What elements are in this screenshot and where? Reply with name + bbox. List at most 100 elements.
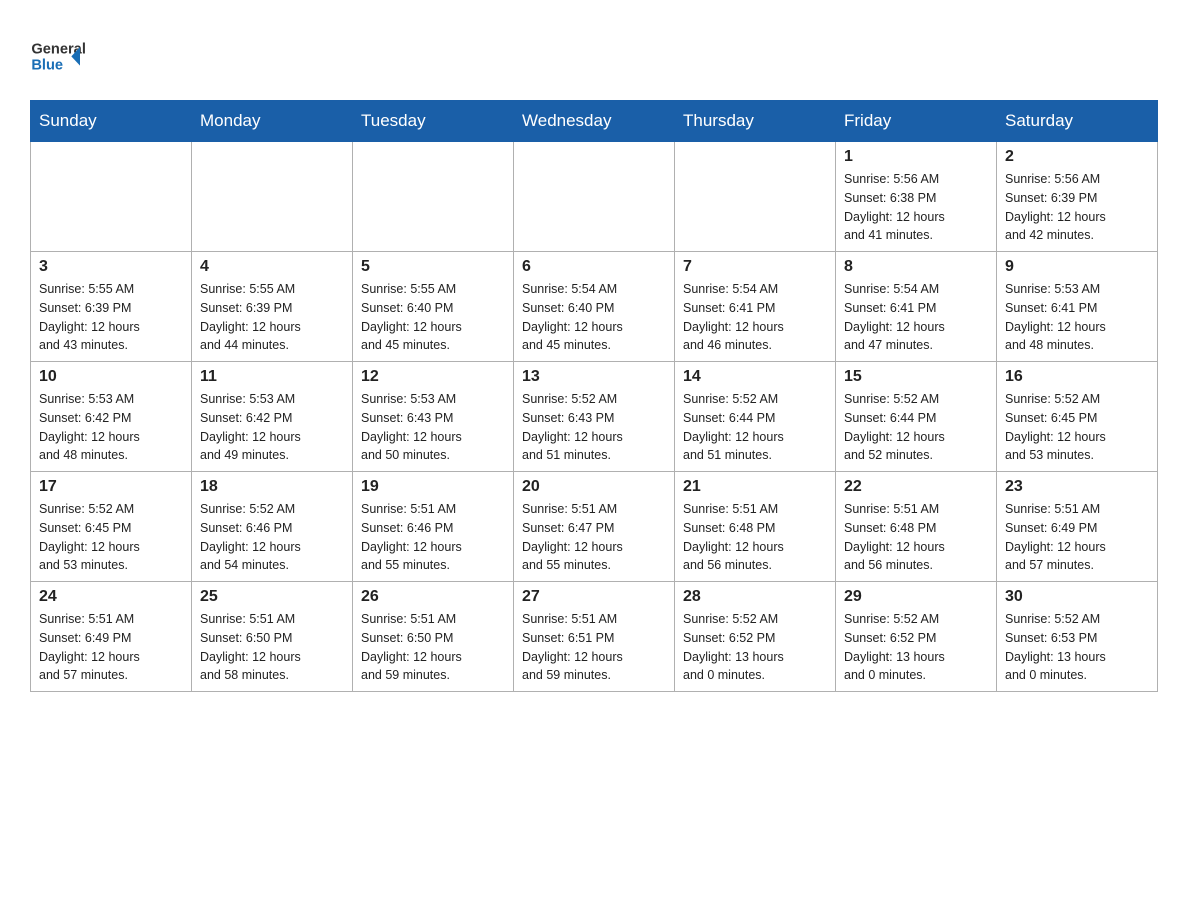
- day-header-sunday: Sunday: [31, 101, 192, 142]
- calendar-cell: 6Sunrise: 5:54 AM Sunset: 6:40 PM Daylig…: [514, 252, 675, 362]
- calendar-cell: 13 Sunrise: 5:52 AM Sunset: 6:43 PM Dayli…: [514, 362, 675, 472]
- calendar-table: SundayMondayTuesdayWednesdayThursdayFrid…: [30, 100, 1158, 692]
- day-number: 22: [844, 478, 988, 496]
- day-number: 17: [39, 478, 183, 496]
- day-number: 14: [683, 368, 827, 386]
- calendar-cell: 9Sunrise: 5:53 AM Sunset: 6:41 PM Daylig…: [997, 252, 1158, 362]
- day-header-monday: Monday: [192, 101, 353, 142]
- calendar-cell: 16 Sunrise: 5:52 AM Sunset: 6:45 PM Dayli…: [997, 362, 1158, 472]
- day-number: 13: [522, 368, 666, 386]
- day-number: 20: [522, 478, 666, 496]
- logo: General Blue: [30, 30, 90, 80]
- day-number: 8: [844, 258, 988, 276]
- calendar-cell: 2 Sunrise: 5:56 AM Sunset: 6:39 PM Daylig…: [997, 142, 1158, 252]
- calendar-cell: 21 Sunrise: 5:51 AM Sunset: 6:48 PM Dayli…: [675, 472, 836, 582]
- day-number: 26: [361, 588, 505, 606]
- day-info: Sunrise: 5:53 AM Sunset: 6:43 PM Dayligh…: [361, 390, 505, 465]
- day-info: Sunrise: 5:51 AM Sunset: 6:50 PM Dayligh…: [361, 610, 505, 685]
- calendar-week-2: 3Sunrise: 5:55 AM Sunset: 6:39 PM Daylig…: [31, 252, 1158, 362]
- day-header-tuesday: Tuesday: [353, 101, 514, 142]
- calendar-cell: 4 Sunrise: 5:55 AM Sunset: 6:39 PM Daylig…: [192, 252, 353, 362]
- day-header-wednesday: Wednesday: [514, 101, 675, 142]
- day-info: Sunrise: 5:52 AM Sunset: 6:52 PM Dayligh…: [683, 610, 827, 685]
- calendar-cell: 20Sunrise: 5:51 AM Sunset: 6:47 PM Dayli…: [514, 472, 675, 582]
- calendar-cell: 26 Sunrise: 5:51 AM Sunset: 6:50 PM Dayli…: [353, 582, 514, 692]
- day-info: Sunrise: 5:56 AM Sunset: 6:39 PM Dayligh…: [1005, 170, 1149, 245]
- day-info: Sunrise: 5:54 AM Sunset: 6:41 PM Dayligh…: [683, 280, 827, 355]
- calendar-cell: [514, 142, 675, 252]
- calendar-cell: 29Sunrise: 5:52 AM Sunset: 6:52 PM Dayli…: [836, 582, 997, 692]
- calendar-cell: 22 Sunrise: 5:51 AM Sunset: 6:48 PM Dayli…: [836, 472, 997, 582]
- day-info: Sunrise: 5:53 AM Sunset: 6:42 PM Dayligh…: [200, 390, 344, 465]
- calendar-cell: 14Sunrise: 5:52 AM Sunset: 6:44 PM Dayli…: [675, 362, 836, 472]
- day-number: 15: [844, 368, 988, 386]
- day-number: 7: [683, 258, 827, 276]
- day-number: 2: [1005, 148, 1149, 166]
- day-info: Sunrise: 5:52 AM Sunset: 6:44 PM Dayligh…: [844, 390, 988, 465]
- calendar-cell: 3Sunrise: 5:55 AM Sunset: 6:39 PM Daylig…: [31, 252, 192, 362]
- calendar-cell: 8Sunrise: 5:54 AM Sunset: 6:41 PM Daylig…: [836, 252, 997, 362]
- calendar-cell: 15 Sunrise: 5:52 AM Sunset: 6:44 PM Dayli…: [836, 362, 997, 472]
- page-header: General Blue: [30, 30, 1158, 80]
- day-info: Sunrise: 5:51 AM Sunset: 6:49 PM Dayligh…: [1005, 500, 1149, 575]
- day-info: Sunrise: 5:55 AM Sunset: 6:39 PM Dayligh…: [39, 280, 183, 355]
- day-info: Sunrise: 5:51 AM Sunset: 6:46 PM Dayligh…: [361, 500, 505, 575]
- day-header-saturday: Saturday: [997, 101, 1158, 142]
- day-info: Sunrise: 5:51 AM Sunset: 6:51 PM Dayligh…: [522, 610, 666, 685]
- day-number: 16: [1005, 368, 1149, 386]
- calendar-cell: [192, 142, 353, 252]
- calendar-cell: 1 Sunrise: 5:56 AM Sunset: 6:38 PM Daylig…: [836, 142, 997, 252]
- day-info: Sunrise: 5:51 AM Sunset: 6:48 PM Dayligh…: [683, 500, 827, 575]
- day-number: 1: [844, 148, 988, 166]
- calendar-cell: 12 Sunrise: 5:53 AM Sunset: 6:43 PM Dayli…: [353, 362, 514, 472]
- day-number: 10: [39, 368, 183, 386]
- calendar-cell: [353, 142, 514, 252]
- day-number: 4: [200, 258, 344, 276]
- calendar-cell: 27Sunrise: 5:51 AM Sunset: 6:51 PM Dayli…: [514, 582, 675, 692]
- day-number: 24: [39, 588, 183, 606]
- calendar-cell: 7 Sunrise: 5:54 AM Sunset: 6:41 PM Daylig…: [675, 252, 836, 362]
- calendar-cell: [31, 142, 192, 252]
- calendar-cell: 18Sunrise: 5:52 AM Sunset: 6:46 PM Dayli…: [192, 472, 353, 582]
- calendar-cell: 17 Sunrise: 5:52 AM Sunset: 6:45 PM Dayli…: [31, 472, 192, 582]
- day-number: 21: [683, 478, 827, 496]
- day-number: 12: [361, 368, 505, 386]
- day-info: Sunrise: 5:54 AM Sunset: 6:40 PM Dayligh…: [522, 280, 666, 355]
- calendar-cell: 11 Sunrise: 5:53 AM Sunset: 6:42 PM Dayli…: [192, 362, 353, 472]
- calendar-cell: 25 Sunrise: 5:51 AM Sunset: 6:50 PM Dayli…: [192, 582, 353, 692]
- calendar-cell: 30 Sunrise: 5:52 AM Sunset: 6:53 PM Dayli…: [997, 582, 1158, 692]
- day-header-thursday: Thursday: [675, 101, 836, 142]
- svg-text:Blue: Blue: [31, 58, 63, 74]
- calendar-cell: 23 Sunrise: 5:51 AM Sunset: 6:49 PM Dayli…: [997, 472, 1158, 582]
- day-number: 25: [200, 588, 344, 606]
- day-info: Sunrise: 5:51 AM Sunset: 6:49 PM Dayligh…: [39, 610, 183, 685]
- day-info: Sunrise: 5:53 AM Sunset: 6:42 PM Dayligh…: [39, 390, 183, 465]
- day-info: Sunrise: 5:56 AM Sunset: 6:38 PM Dayligh…: [844, 170, 988, 245]
- calendar-cell: 19Sunrise: 5:51 AM Sunset: 6:46 PM Dayli…: [353, 472, 514, 582]
- day-info: Sunrise: 5:52 AM Sunset: 6:52 PM Dayligh…: [844, 610, 988, 685]
- calendar-cell: 24 Sunrise: 5:51 AM Sunset: 6:49 PM Dayli…: [31, 582, 192, 692]
- calendar-cell: 10 Sunrise: 5:53 AM Sunset: 6:42 PM Dayli…: [31, 362, 192, 472]
- calendar-header-row: SundayMondayTuesdayWednesdayThursdayFrid…: [31, 101, 1158, 142]
- day-info: Sunrise: 5:51 AM Sunset: 6:48 PM Dayligh…: [844, 500, 988, 575]
- day-number: 11: [200, 368, 344, 386]
- day-info: Sunrise: 5:52 AM Sunset: 6:45 PM Dayligh…: [1005, 390, 1149, 465]
- day-info: Sunrise: 5:52 AM Sunset: 6:53 PM Dayligh…: [1005, 610, 1149, 685]
- day-number: 5: [361, 258, 505, 276]
- day-header-friday: Friday: [836, 101, 997, 142]
- day-info: Sunrise: 5:52 AM Sunset: 6:43 PM Dayligh…: [522, 390, 666, 465]
- calendar-cell: 28Sunrise: 5:52 AM Sunset: 6:52 PM Dayli…: [675, 582, 836, 692]
- day-number: 30: [1005, 588, 1149, 606]
- day-info: Sunrise: 5:55 AM Sunset: 6:39 PM Dayligh…: [200, 280, 344, 355]
- calendar-cell: [675, 142, 836, 252]
- day-info: Sunrise: 5:53 AM Sunset: 6:41 PM Dayligh…: [1005, 280, 1149, 355]
- day-info: Sunrise: 5:52 AM Sunset: 6:45 PM Dayligh…: [39, 500, 183, 575]
- calendar-week-5: 24 Sunrise: 5:51 AM Sunset: 6:49 PM Dayli…: [31, 582, 1158, 692]
- day-number: 23: [1005, 478, 1149, 496]
- day-info: Sunrise: 5:52 AM Sunset: 6:46 PM Dayligh…: [200, 500, 344, 575]
- day-info: Sunrise: 5:55 AM Sunset: 6:40 PM Dayligh…: [361, 280, 505, 355]
- calendar-week-4: 17 Sunrise: 5:52 AM Sunset: 6:45 PM Dayli…: [31, 472, 1158, 582]
- day-info: Sunrise: 5:51 AM Sunset: 6:50 PM Dayligh…: [200, 610, 344, 685]
- calendar-week-1: 1 Sunrise: 5:56 AM Sunset: 6:38 PM Daylig…: [31, 142, 1158, 252]
- logo-icon: General Blue: [30, 30, 90, 80]
